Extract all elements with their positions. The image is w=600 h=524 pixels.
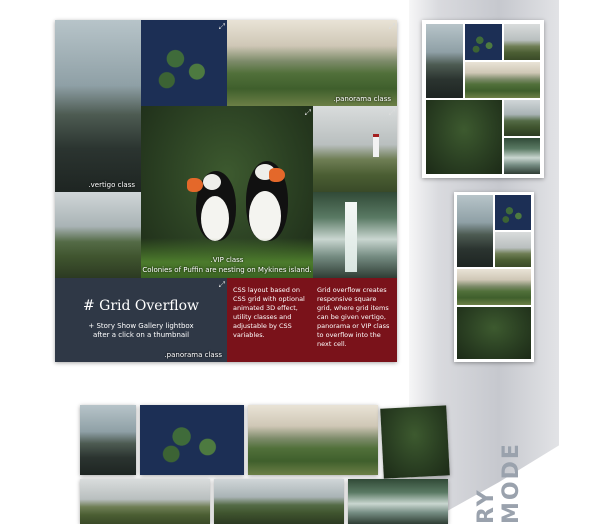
panel-red-css-layout: CSS layout based on CSS grid with option…	[227, 278, 311, 362]
panel-subtitle-2: after a click on a thumbnail	[92, 331, 190, 339]
puffin-right	[241, 146, 296, 246]
bottom-pano[interactable]	[248, 405, 378, 475]
expand-icon: ⤢	[218, 280, 225, 289]
phone-thumb-lighthouse	[495, 232, 531, 267]
photo-map[interactable]: ⤢	[141, 20, 227, 106]
waterfall-stream	[345, 202, 357, 272]
caption-panorama: .panorama class	[333, 95, 391, 103]
photo-panorama[interactable]: ⤢ .panorama class	[227, 20, 397, 106]
photo-waterfall[interactable]	[313, 192, 397, 278]
expand-icon: ⤢	[388, 108, 395, 117]
phone-thumb-map	[495, 195, 531, 230]
expand-icon: ⤢	[218, 22, 225, 31]
red2-text: Grid overflow creates responsive square …	[317, 286, 390, 348]
expand-icon: ⤢	[388, 22, 395, 31]
bottom-map[interactable]	[140, 405, 244, 475]
bottom-lighthouse[interactable]	[80, 479, 210, 524]
panel-title: # Grid Overflow	[82, 298, 200, 314]
thumb-map	[465, 24, 502, 60]
thumb-cliff	[426, 24, 463, 98]
bottom-puffins[interactable]	[380, 405, 450, 479]
photo-vertigo-cliff[interactable]: .vertigo class	[55, 20, 141, 192]
expand-icon: ⤢	[304, 108, 311, 117]
thumb-pano	[465, 62, 540, 98]
main-grid: .vertigo class ⤢ ⤢ .panorama class ⤢ .VI…	[55, 20, 397, 362]
bottom-cliff2[interactable]	[214, 479, 344, 524]
phone-thumb-puffins	[457, 307, 531, 359]
bottom-waterfall[interactable]	[348, 479, 448, 524]
caption-vip-line2: Colonies of Puffin are nesting on Mykine…	[142, 266, 312, 274]
photo-cliff-island[interactable]	[55, 192, 141, 278]
puffin-left	[187, 156, 241, 246]
photo-lighthouse[interactable]: ⤢	[313, 106, 397, 192]
vertical-label: RY MODE	[474, 442, 524, 524]
phone-thumb-pano	[457, 269, 531, 305]
bottom-grid	[80, 405, 460, 524]
thumb-puffins	[426, 100, 502, 174]
caption-vertigo: .vertigo class	[88, 181, 135, 189]
panel-caption: .panorama class	[164, 351, 222, 359]
caption-vip: .VIP class	[210, 256, 244, 264]
photo-vip-puffins[interactable]: ⤢ .VIP class Colonies of Puffin are nest…	[141, 106, 313, 278]
panel-grid-overflow: ⤢ # Grid Overflow + Story Show Gallery l…	[55, 278, 227, 362]
phone-thumb-cliff	[457, 195, 493, 267]
red1-text: CSS layout based on CSS grid with option…	[233, 286, 305, 339]
thumb-waterfall	[504, 138, 540, 174]
panel-subtitle: + Story Show Gallery lightbox	[88, 322, 194, 330]
panel-red-grid-overflow: Grid overflow creates responsive square …	[311, 278, 397, 362]
thumb-lighthouse	[504, 24, 540, 60]
lighthouse-icon	[373, 134, 379, 157]
preview-tablet[interactable]	[422, 20, 544, 178]
bottom-cliff[interactable]	[80, 405, 136, 475]
preview-phone[interactable]	[454, 192, 534, 362]
thumb-cliff2	[504, 100, 540, 136]
